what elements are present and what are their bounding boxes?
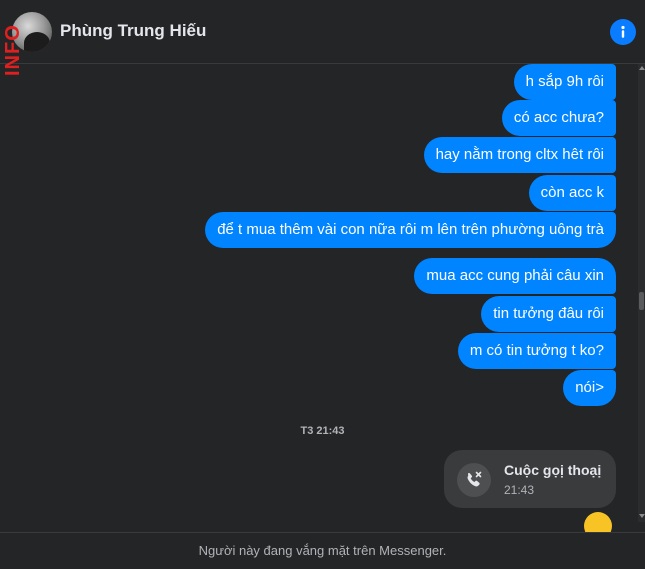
scrollbar[interactable] bbox=[638, 64, 645, 522]
message-bubble[interactable]: có acc chưa? bbox=[501, 100, 616, 136]
chat-header: INFO Phùng Trung Hiếu bbox=[0, 0, 645, 76]
message-bubble[interactable]: hay nằm trong cltx hêt rôi bbox=[423, 137, 616, 173]
emoji-icon bbox=[584, 512, 612, 532]
message-bubble[interactable]: tin tưởng đâu rôi bbox=[481, 296, 616, 332]
missed-call-icon bbox=[457, 463, 491, 497]
scroll-thumb[interactable] bbox=[639, 292, 644, 310]
message-list: h sắp 9h rôi có acc chưa? hay nằm trong … bbox=[0, 64, 645, 532]
info-button[interactable] bbox=[610, 19, 636, 45]
scroll-down-icon[interactable] bbox=[639, 514, 645, 518]
message-bubble[interactable]: còn acc k bbox=[528, 175, 616, 211]
info-icon bbox=[621, 25, 625, 38]
call-title: Cuộc gọị thoạị bbox=[504, 462, 602, 478]
call-card[interactable]: Cuộc gọị thoạị 21:43 bbox=[444, 450, 616, 508]
message-bubble[interactable]: m có tin tưởng t ko? bbox=[457, 333, 616, 369]
call-time: 21:43 bbox=[504, 483, 535, 497]
scroll-up-icon[interactable] bbox=[639, 66, 645, 70]
message-bubble[interactable]: h sắp 9h rôi bbox=[513, 64, 616, 100]
message-bubble[interactable]: mua acc cung phải câu xin bbox=[414, 258, 616, 294]
message-bubble[interactable]: để t mua thêm vài con nữa rôi m lên trên… bbox=[205, 212, 616, 248]
message-bubble[interactable]: nói> bbox=[563, 370, 616, 406]
timestamp: T3 21:43 bbox=[300, 425, 345, 437]
contact-name[interactable]: Phùng Trung Hiếu bbox=[60, 21, 206, 41]
status-footer: Người này đang vắng mặt trên Messenger. bbox=[0, 532, 645, 568]
